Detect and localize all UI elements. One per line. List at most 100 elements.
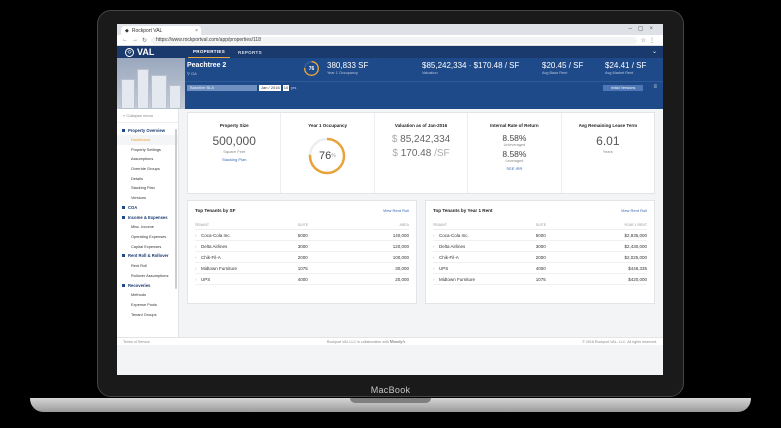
- laptop-brand: MacBook: [370, 385, 411, 395]
- stat-valuation-label: Valuation: [422, 71, 438, 75]
- nav-tab-properties[interactable]: PROPERTIES: [188, 46, 231, 58]
- table-row[interactable]: UPS4000 20,000: [195, 274, 409, 285]
- sidebar-group[interactable]: Income & Expenses: [117, 212, 178, 222]
- app-logo[interactable]: ◇ VAL: [117, 46, 185, 58]
- table-cell: Coca-Cola Inc.: [433, 233, 536, 238]
- nav-tab-reports[interactable]: REPORTS: [233, 46, 267, 58]
- column-header[interactable]: TENANT: [195, 223, 298, 227]
- sidebar-item[interactable]: Misc. Income: [117, 222, 178, 232]
- terms-link[interactable]: Terms of Service: [123, 340, 150, 344]
- sidebar-item[interactable]: Dashboard: [117, 135, 178, 145]
- sidebar-item[interactable]: Methods: [117, 290, 178, 300]
- browser-tabbar: ◆ Rockport VAL × –▢×: [117, 24, 663, 35]
- app-footer: Terms of Service Rockport VAL LLC in col…: [117, 337, 663, 345]
- sidebar-item[interactable]: Details: [117, 173, 178, 183]
- sidebar-item[interactable]: Capital Expenses: [117, 241, 178, 251]
- table-row[interactable]: Chik-Fil-A2000 100,000: [195, 252, 409, 263]
- forward-icon[interactable]: →: [132, 37, 138, 43]
- column-header[interactable]: SUITE: [536, 223, 592, 227]
- valuation-per-sf: $ 170.48 /SF: [392, 148, 450, 159]
- view-rent-roll-link[interactable]: View Rent Roll: [383, 208, 409, 213]
- sidebar-item[interactable]: Versions: [117, 193, 178, 203]
- browser-tab[interactable]: ◆ Rockport VAL ×: [121, 26, 201, 35]
- kpi-value: 500,000: [212, 134, 256, 148]
- chevron-down-icon[interactable]: ⌄: [652, 48, 657, 55]
- sidebar-scrollbar[interactable]: [175, 129, 177, 289]
- start-date-select[interactable]: Jan / 2016: [259, 85, 281, 91]
- table-cell: $2,025,000: [624, 254, 647, 260]
- table-row[interactable]: Delta Airlines3000 120,000: [195, 241, 409, 252]
- sidebar-item[interactable]: Stacking Plan: [117, 183, 178, 193]
- table-cell: 100,000: [392, 254, 409, 260]
- column-header[interactable]: TENANT: [433, 223, 536, 227]
- sidebar-item[interactable]: Override Groups: [117, 164, 178, 174]
- column-header[interactable]: SUITE: [298, 223, 354, 227]
- view-rent-roll-link[interactable]: View Rent Roll: [621, 208, 647, 213]
- stacking-plan-link[interactable]: Stacking Plan: [188, 157, 280, 162]
- years-input[interactable]: 10: [283, 85, 289, 91]
- sidebar-item[interactable]: Rollover Assumptions: [117, 271, 178, 281]
- group-icon: [122, 283, 125, 287]
- see-irr-link[interactable]: SEE IRR: [468, 166, 560, 171]
- kpi-sub: Square Feet: [223, 149, 246, 154]
- sidebar-item[interactable]: Assumptions: [117, 154, 178, 164]
- sidebar-item[interactable]: Property Settings: [117, 145, 178, 155]
- kpi-title: Avg Remaining Lease Term: [578, 123, 638, 128]
- table-row[interactable]: Chik-Fil-A2000 $2,025,000: [433, 252, 647, 263]
- table-cell: Midtown Furniture: [195, 266, 298, 271]
- sidebar-group[interactable]: COA: [117, 202, 178, 212]
- sidebar-item[interactable]: Rent Roll: [117, 261, 178, 271]
- table-row[interactable]: Coca-Cola Inc.5000 140,000: [195, 230, 409, 241]
- table-title: Top Tenants by SF: [195, 208, 236, 213]
- table-row[interactable]: Midtown Furniture1075 $420,000: [433, 274, 647, 285]
- table-cell: Delta Airlines: [433, 244, 536, 249]
- table-cell: $2,835,000: [624, 232, 647, 238]
- table-cell: 1075: [297, 265, 308, 271]
- table-cell: Chik-Fil-A: [195, 255, 298, 260]
- kpi-lease-term: Avg Remaining Lease Term 6.01 Years: [562, 113, 654, 193]
- table-cell: 1075: [535, 276, 546, 282]
- sidebar-group[interactable]: Rent Roll & Rollover: [117, 251, 178, 261]
- table-rows: Coca-Cola Inc.5000 140,000 Delta Airlines3…: [195, 230, 409, 285]
- table-row[interactable]: Midtown Furniture1075 30,000: [195, 263, 409, 274]
- sidebar-item[interactable]: Expense Pools: [117, 300, 178, 310]
- address-bar: ← → ↻ https://www.rockportval.com/app/pr…: [117, 35, 663, 46]
- property-image: [117, 58, 185, 109]
- table-rows: Coca-Cola Inc.5000 $2,835,000 Delta Airlin…: [433, 230, 647, 285]
- column-header[interactable]: AREA: [353, 223, 409, 227]
- basis-select[interactable]: Baseline BLA: [187, 85, 257, 91]
- table-cell: 5000: [297, 232, 308, 238]
- table-header: Top Tenants by SF View Rent Roll: [195, 208, 409, 213]
- table-top-tenants-rent: Top Tenants by Year 1 Rent View Rent Rol…: [425, 200, 655, 304]
- back-icon[interactable]: ←: [122, 37, 128, 43]
- sidebar-item[interactable]: Operating Expenses: [117, 232, 178, 242]
- table-row[interactable]: Delta Airlines3000 $2,430,000: [433, 241, 647, 252]
- sidebar-group[interactable]: Property Overview: [117, 125, 178, 135]
- footer-copyright: © 2018 Rockport VAL, LLC. All rights res…: [582, 339, 657, 344]
- collapse-menu-button[interactable]: « Collapse menu: [117, 111, 178, 123]
- table-title: Top Tenants by Year 1 Rent: [433, 208, 493, 213]
- reload-icon[interactable]: ↻: [142, 37, 147, 44]
- table-cell: UPS: [195, 277, 298, 282]
- logo-text: VAL: [137, 47, 155, 57]
- table-cell: 140,000: [392, 232, 409, 238]
- column-headers: TENANT SUITE AREA: [195, 223, 409, 230]
- table-header: Top Tenants by Year 1 Rent View Rent Rol…: [433, 208, 647, 213]
- table-cell: 3000: [297, 243, 308, 249]
- table-row[interactable]: UPS4000 $446,335: [433, 263, 647, 274]
- group-icon: [122, 215, 125, 219]
- versions-button[interactable]: Initial Versions: [603, 85, 643, 91]
- window-controls-icon[interactable]: –▢×: [628, 25, 659, 32]
- column-header[interactable]: YEAR 1 RENT: [591, 223, 647, 227]
- browser-menu-icon[interactable]: ☆⋮: [641, 37, 658, 44]
- menu-icon[interactable]: ≡: [653, 84, 657, 90]
- url-input[interactable]: https://www.rockportval.com/app/properti…: [151, 36, 637, 44]
- sidebar-group-label: COA: [128, 204, 138, 210]
- sidebar-item[interactable]: Tenant Groups: [117, 309, 178, 319]
- table-cell: Coca-Cola Inc.: [195, 233, 298, 238]
- tab-close-icon[interactable]: ×: [195, 28, 198, 34]
- logo-mark-icon: ◇: [125, 47, 134, 57]
- sidebar-group[interactable]: Recoveries: [117, 280, 178, 290]
- stat-market-rent: $24.41 / SF Avg Market Rent: [605, 61, 646, 75]
- table-row[interactable]: Coca-Cola Inc.5000 $2,835,000: [433, 230, 647, 241]
